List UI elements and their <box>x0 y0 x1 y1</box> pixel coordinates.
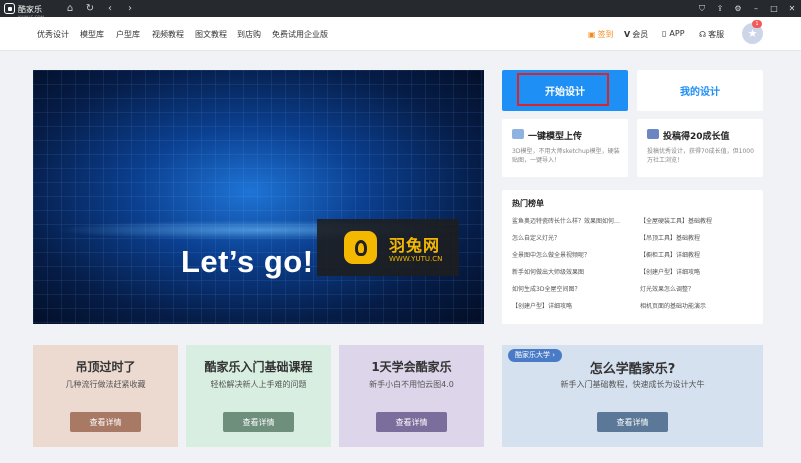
app-logo-icon <box>4 3 15 14</box>
gear-icon[interactable]: ⚙ <box>729 0 747 17</box>
promo-subtitle: 新手入门基础教程，快速成长为设计大牛 <box>560 380 705 389</box>
nav-video-tutorials[interactable]: 视频教程 <box>152 29 184 40</box>
promo-card-one-day[interactable]: 1天学会酷家乐 新手小白不用怕云图4.0 查看详情 <box>339 345 484 447</box>
close-icon[interactable]: ✕ <box>783 0 801 17</box>
vip-icon: V <box>624 30 631 39</box>
watermark-url: WWW.YUTU.CN <box>389 255 443 263</box>
nav-excellent-design[interactable]: 优秀设计 <box>37 29 69 40</box>
promo-title: 酷家乐入门基础课程 <box>204 360 313 374</box>
upload-title: 一键模型上传 <box>528 132 583 142</box>
nav-enterprise-trial[interactable]: 免费试用企业版 <box>272 29 328 40</box>
watermark-name: 羽兔网 <box>389 236 441 255</box>
rabbit-logo-icon <box>344 231 377 264</box>
promo-details-button[interactable]: 查看详情 <box>376 412 447 432</box>
promo-subtitle: 几种流行做法赶紧收藏 <box>65 380 146 389</box>
top-nav: 优秀设计 模型库 户型库 视频教程 图文教程 到店购 免费试用企业版 ▣ 签到 … <box>0 17 801 51</box>
share-icon[interactable]: ⇪ <box>711 0 729 17</box>
promo-subtitle: 新手小白不用怕云图4.0 <box>369 380 454 389</box>
promo-card-ceiling[interactable]: 吊顶过时了 几种流行做法赶紧收藏 查看详情 <box>33 345 178 447</box>
hot-list-item[interactable]: 【创建户型】详细攻略 <box>512 301 572 310</box>
service-label: 客服 <box>708 30 725 39</box>
hot-list-item[interactable]: 相机页面的基础功能演示 <box>640 301 706 310</box>
promo-details-button[interactable]: 查看详情 <box>223 412 294 432</box>
nav-article-tutorials[interactable]: 图文教程 <box>195 29 227 40</box>
refresh-icon[interactable]: ↻ <box>80 0 100 17</box>
hot-list-item[interactable]: 【创建户型】详细攻略 <box>640 267 700 276</box>
chevron-right-icon[interactable]: › <box>120 0 140 17</box>
nav-floorplan-library[interactable]: 户型库 <box>116 29 140 40</box>
hot-list-title: 热门榜单 <box>512 199 544 208</box>
vip-button[interactable]: V 会员 <box>624 29 648 40</box>
maximize-icon[interactable]: □ <box>765 0 783 17</box>
hot-list-item[interactable]: 灯光效果怎么调整？ <box>640 284 694 293</box>
promo-details-button[interactable]: 查看详情 <box>70 412 141 432</box>
app-name: 酷家乐 <box>18 5 42 14</box>
checkin-icon: ▣ <box>588 30 596 39</box>
hero-banner[interactable]: Let’s go! <box>33 70 484 324</box>
promo-title: 吊顶过时了 <box>75 360 136 374</box>
hot-list-item[interactable]: 新手如何做出大师级效果图 <box>512 267 584 276</box>
university-tag[interactable]: 酷家乐大学 › <box>508 349 563 362</box>
hot-list-item[interactable]: 怎么自定义灯光？ <box>512 233 560 242</box>
submit-title: 投稿得20成长值 <box>663 132 730 142</box>
chevron-left-icon[interactable]: ‹ <box>100 0 120 17</box>
phone-icon: ▯ <box>662 29 667 38</box>
submit-icon <box>647 129 659 139</box>
app-label: APP <box>669 29 685 38</box>
hot-list-item[interactable]: 【全屋硬装工具】基础教程 <box>640 216 712 225</box>
notification-badge: 1 <box>752 20 762 28</box>
minimize-icon[interactable]: – <box>747 0 765 17</box>
star-icon: ★ <box>747 27 758 40</box>
submit-work-card[interactable]: 投稿得20成长值 投稿优秀设计，获得70成长值，但1000万社工浏览！ <box>637 119 763 177</box>
hot-list-item[interactable]: 鲨鱼奥迈特瓷砖长什么样？效果图如何… <box>512 216 620 225</box>
upload-model-card[interactable]: 一键模型上传 3D模型，不用大师sketchup模型，硬装贴图，一键导入！ <box>502 119 628 177</box>
highlight-box <box>517 73 609 106</box>
checkin-label: 签到 <box>597 30 614 39</box>
checkin-button[interactable]: ▣ 签到 <box>588 29 614 40</box>
title-bar: 酷家乐 KUJIALE.COM ⌂ ↻ ‹ › ⛉ ⇪ ⚙ – □ ✕ <box>0 0 801 20</box>
vip-label: 会员 <box>632 30 649 39</box>
promo-details-button[interactable]: 查看详情 <box>597 412 668 432</box>
upload-icon <box>512 129 524 139</box>
hot-list-item[interactable]: 【吊顶工具】基础教程 <box>640 233 700 242</box>
promo-card-basics[interactable]: 酷家乐入门基础课程 轻松解决新人上手难的问题 查看详情 <box>186 345 331 447</box>
promo-subtitle: 轻松解决新人上手难的问题 <box>210 380 307 389</box>
app-logo: 酷家乐 KUJIALE.COM <box>4 2 54 20</box>
banner-grid <box>33 70 484 324</box>
banner-headline: Let’s go! <box>181 244 314 279</box>
tshirt-icon[interactable]: ⛉ <box>693 0 711 17</box>
app-button[interactable]: ▯ APP <box>662 29 685 38</box>
hot-list-item[interactable]: 全景图中怎么做全景视频呢？ <box>512 250 590 259</box>
hot-list-item[interactable]: 如何生成3D全屋空间图？ <box>512 284 580 293</box>
hot-list-item[interactable]: 【橱柜工具】详细教程 <box>640 250 700 259</box>
my-design-button[interactable]: 我的设计 <box>637 70 763 111</box>
headset-icon: ☊ <box>699 30 707 39</box>
nav-model-library[interactable]: 模型库 <box>80 29 104 40</box>
home-icon[interactable]: ⌂ <box>60 0 80 17</box>
service-button[interactable]: ☊ 客服 <box>699 29 724 40</box>
promo-title: 1天学会酷家乐 <box>371 360 452 374</box>
upload-desc: 3D模型，不用大师sketchup模型，硬装贴图，一键导入！ <box>512 148 620 164</box>
submit-desc: 投稿优秀设计，获得70成长值，但1000万社工浏览！ <box>647 148 754 164</box>
nav-store[interactable]: 到店购 <box>237 29 261 40</box>
